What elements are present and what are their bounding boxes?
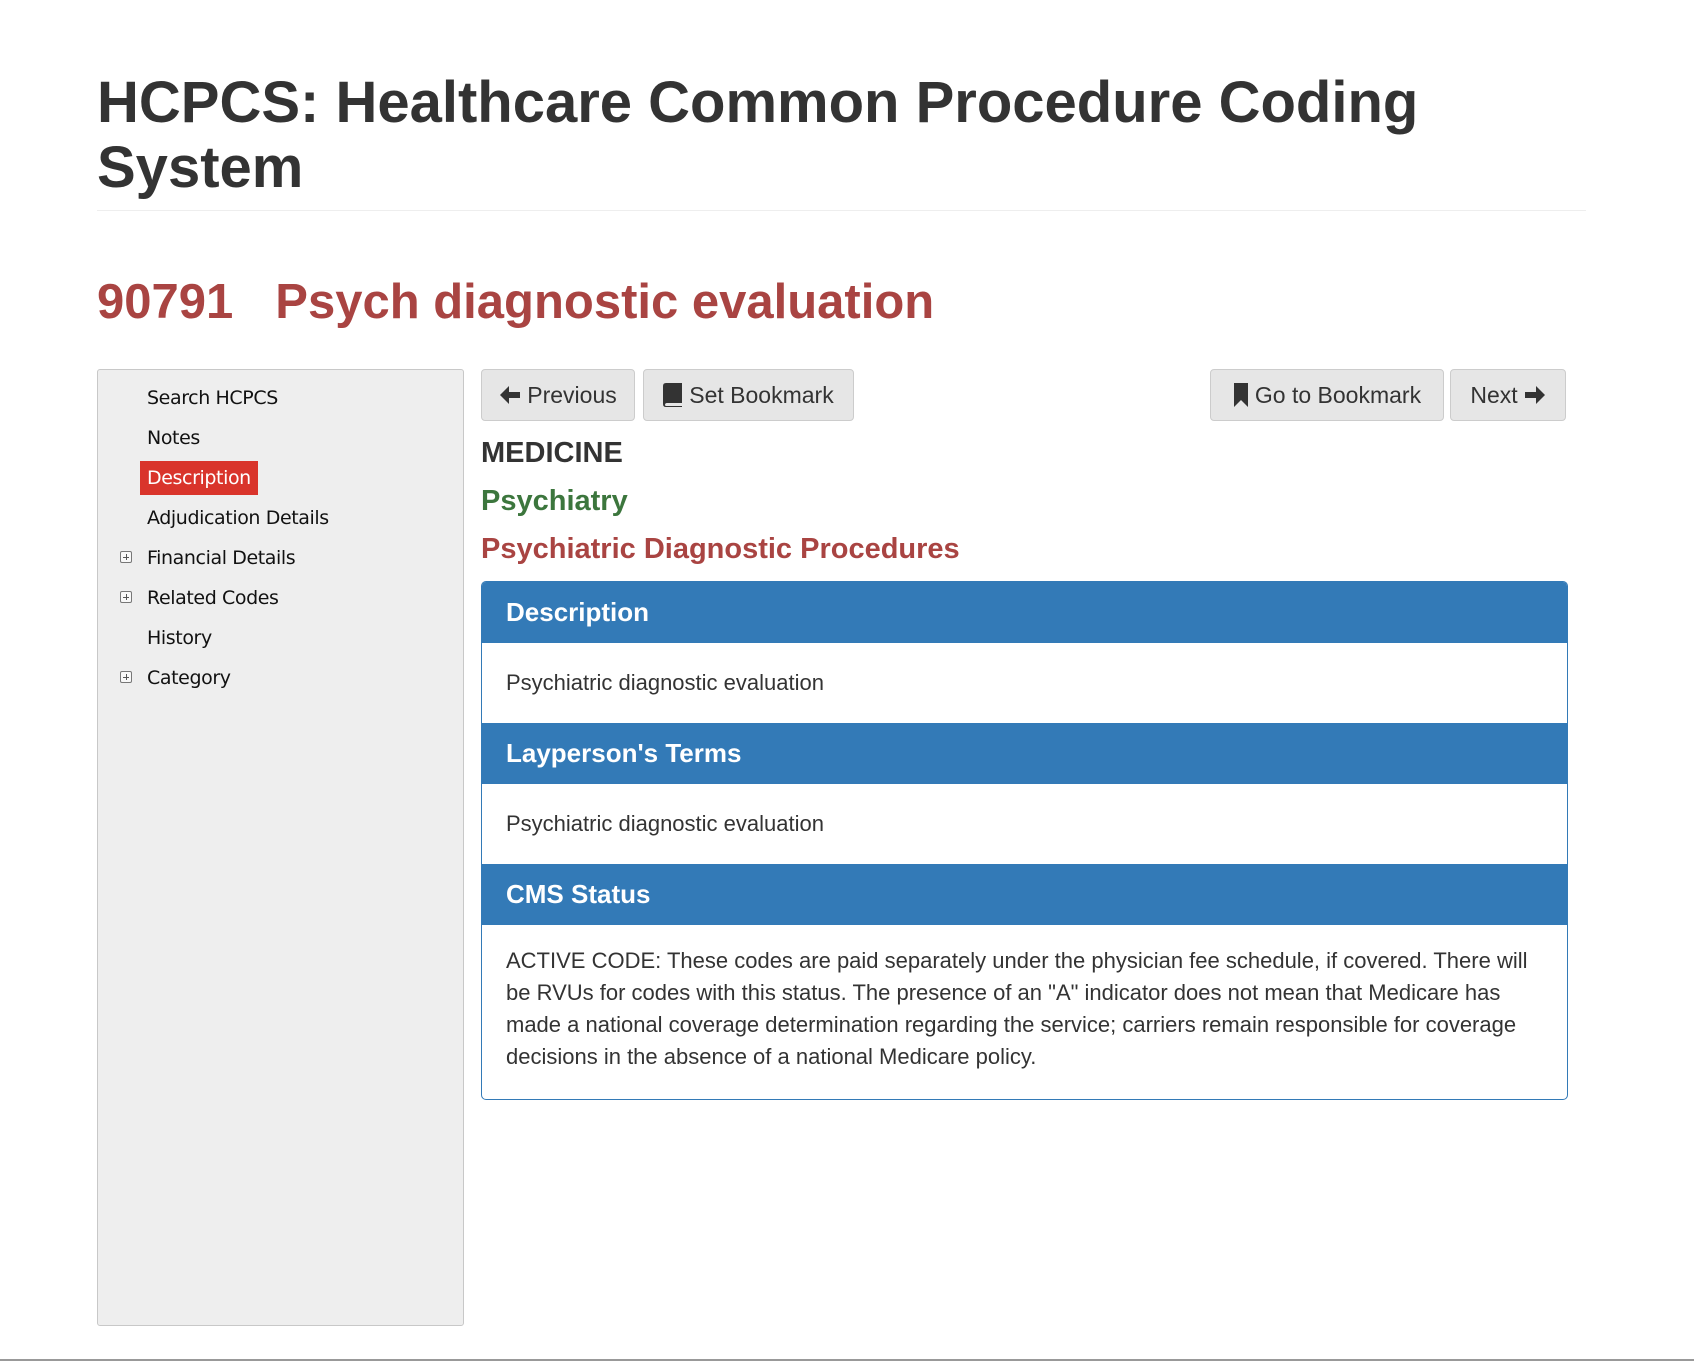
plus-square-icon[interactable] (120, 591, 132, 603)
category-subsection: Psychiatry (481, 485, 628, 517)
sidebar-item-financial-details[interactable]: Financial Details (98, 538, 458, 578)
sidebar-item-label[interactable]: Related Codes (140, 583, 286, 613)
set-bookmark-button[interactable]: Set Bookmark (643, 369, 854, 421)
cms-status-panel-body: ACTIVE CODE: These codes are paid separa… (506, 948, 1528, 1069)
go-to-bookmark-button[interactable]: Go to Bookmark (1210, 369, 1444, 421)
sidebar-item-related-codes[interactable]: Related Codes (98, 578, 458, 618)
go-to-bookmark-label: Go to Bookmark (1254, 381, 1422, 408)
sidebar-item-label[interactable]: Search HCPCS (140, 383, 285, 413)
sidebar-item-notes[interactable]: Notes (98, 418, 458, 458)
sidebar-item-label[interactable]: Description (140, 461, 258, 495)
category-group: Psychiatric Diagnostic Procedures (481, 533, 960, 565)
sidebar-nav: Search HCPCS Notes Description Adjudicat… (97, 369, 464, 1326)
code-info-panel: Description Psychiatric diagnostic evalu… (481, 581, 1568, 1100)
layperson-terms-text: Psychiatric diagnostic evaluation (506, 811, 824, 836)
category-section: MEDICINE (481, 437, 623, 469)
previous-label: Previous (527, 381, 617, 408)
next-label: Next (1470, 381, 1518, 408)
plus-square-icon[interactable] (120, 551, 132, 563)
description-panel-heading: Description (482, 582, 1567, 643)
arrow-right-icon (1524, 385, 1546, 405)
sidebar-item-label[interactable]: History (140, 623, 219, 653)
next-button[interactable]: Next (1450, 369, 1566, 421)
bottom-divider (0, 1359, 1694, 1361)
sidebar-item-label[interactable]: Adjudication Details (140, 503, 336, 533)
previous-button[interactable]: Previous (481, 369, 635, 421)
layperson-terms-panel-heading: Layperson's Terms (482, 723, 1567, 784)
set-bookmark-label: Set Bookmark (689, 381, 834, 408)
sidebar-item-category[interactable]: Category (98, 658, 458, 698)
title-divider (97, 210, 1586, 211)
sidebar-item-label[interactable]: Category (140, 663, 238, 693)
code-heading: 90791 Psych diagnostic evaluation (97, 272, 934, 332)
cms-status-panel-heading: CMS Status (482, 864, 1567, 925)
sidebar-item-search-hcpcs[interactable]: Search HCPCS (98, 378, 458, 418)
arrow-left-icon (499, 385, 521, 405)
sidebar-item-history[interactable]: History (98, 618, 458, 658)
code-number: 90791 (97, 275, 234, 329)
sidebar-item-adjudication-details[interactable]: Adjudication Details (98, 498, 458, 538)
bookmark-icon (1233, 383, 1249, 407)
description-panel-body: Psychiatric diagnostic evaluation (482, 643, 1567, 723)
book-icon (663, 383, 683, 407)
plus-square-icon[interactable] (120, 671, 132, 683)
sidebar-item-label[interactable]: Financial Details (140, 543, 302, 573)
description-text: Psychiatric diagnostic evaluation (506, 670, 824, 695)
sidebar-item-label[interactable]: Notes (140, 423, 207, 453)
sidebar-item-description[interactable]: Description (98, 458, 458, 498)
page-title: HCPCS: Healthcare Common Procedure Codin… (97, 70, 1419, 200)
layperson-terms-panel-body: Psychiatric diagnostic evaluation (482, 784, 1567, 864)
code-short-description: Psych diagnostic evaluation (275, 275, 935, 329)
